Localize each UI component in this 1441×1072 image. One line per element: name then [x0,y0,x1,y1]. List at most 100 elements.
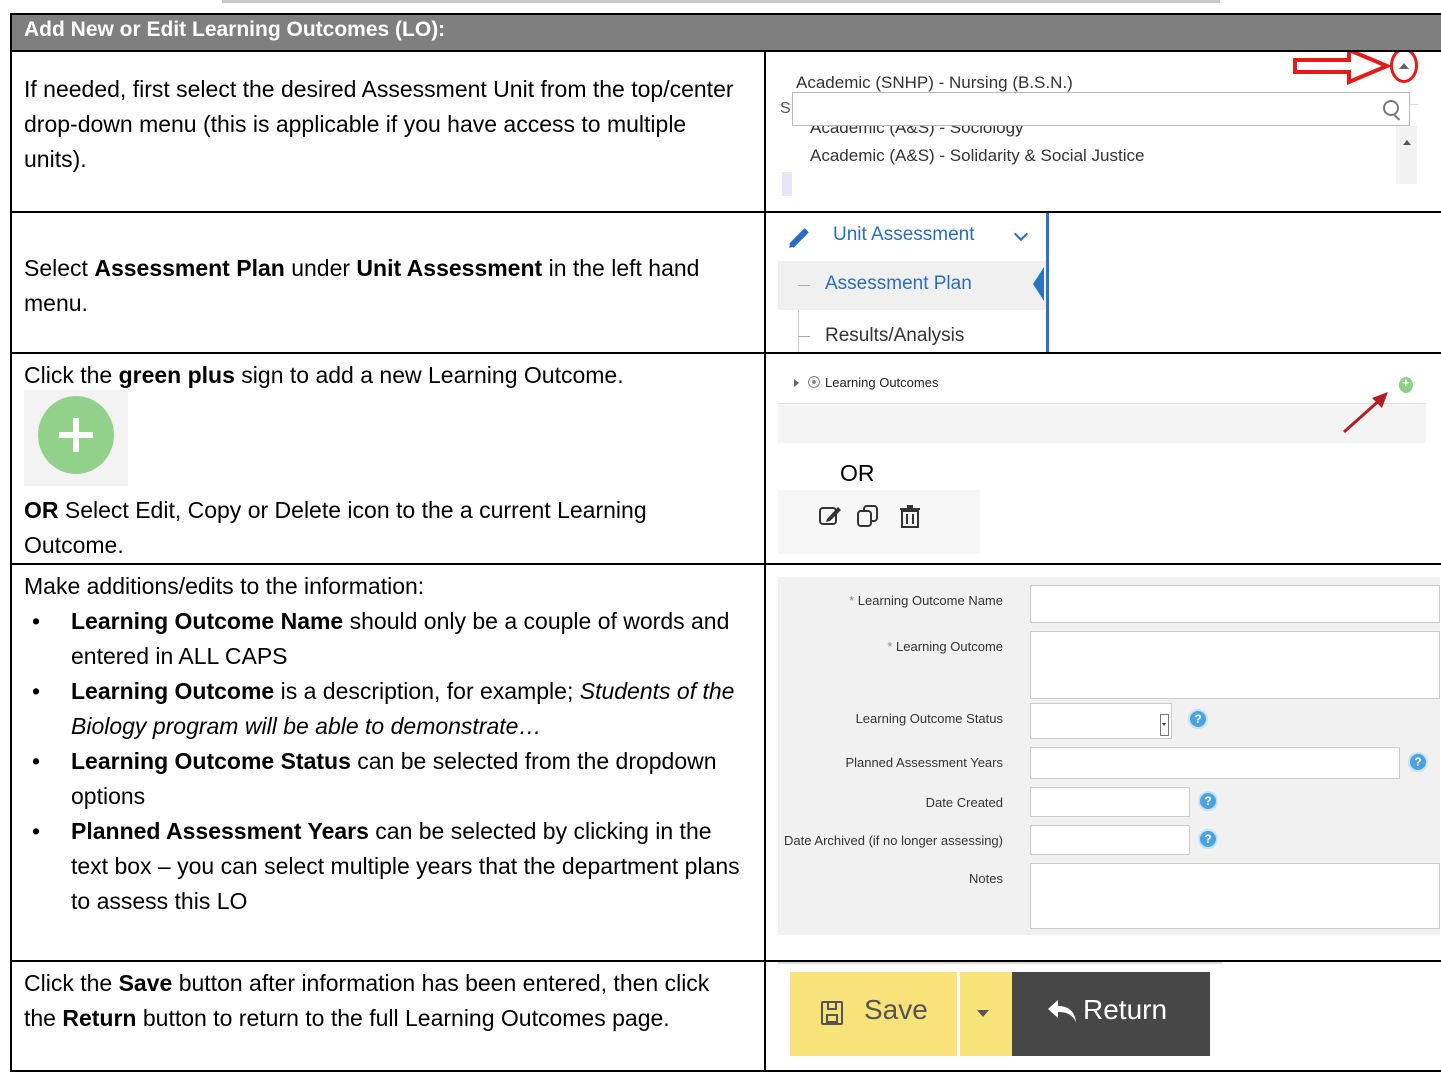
lo-status-select[interactable] [1030,703,1172,739]
lo-screenshot: Learning Outcomes OR [764,352,1441,565]
menu-tree-dash [798,336,810,337]
chevron-down-icon [1013,226,1029,242]
step-edit-info-text: Make additions/edits to the information:… [10,563,766,962]
label-planned-years: Planned Assessment Years [845,755,1003,770]
learning-outcomes-label: Learning Outcomes [825,375,939,390]
bullet-text: is a description, for example; [274,678,580,704]
step-text: under [284,255,357,281]
step-line: Click the green plus sign to add a new L… [24,358,744,393]
lo-form: * Learning Outcome Name * Learning Outco… [778,577,1440,935]
background-strip [782,172,792,196]
help-icon[interactable]: ? [1198,829,1218,849]
help-icon[interactable]: ? [1188,709,1208,729]
step-bold: Assessment Plan [94,255,285,281]
select-arrow-icon[interactable] [1160,714,1169,736]
copy-icon[interactable] [856,504,880,528]
step-bold: Unit Assessment [356,255,543,281]
step-intro: Make additions/edits to the information: [24,573,425,599]
label-date-created: Date Created [925,795,1003,810]
floppy-disk-icon [821,1001,843,1025]
field-bullet-list: Learning Outcome Name should only be a c… [24,604,744,919]
dropdown-screenshot: Academic (SNHP) - Nursing (B.S.N.) S Aca… [764,50,1441,213]
expand-icon[interactable] [794,379,799,387]
return-label: Return [1083,994,1168,1025]
pencil-icon [789,228,809,248]
step-text: Select Edit, Copy or Delete icon to the … [24,497,647,558]
bullet-item: Learning Outcome Name should only be a c… [24,604,744,674]
menu-group-title: Unit Assessment [833,224,975,245]
label-lo: * Learning Outcome [887,639,1003,654]
step-text: Click the [24,362,119,388]
label-date-archived: Date Archived (if no longer assessing) [784,833,1003,848]
step-select-unit-text: If needed, first select the desired Asse… [10,50,766,213]
field-label: Learning Outcome Name [857,593,1003,608]
lo-description-textarea[interactable] [1030,631,1440,699]
clipped-letter: S [780,100,791,117]
add-plus-icon[interactable] [1399,375,1413,393]
step-text: button to return to the full Learning Ou… [136,1005,670,1031]
planned-years-input[interactable] [1030,747,1400,779]
caret-up-icon[interactable] [1399,63,1409,69]
help-icon[interactable]: ? [1198,791,1218,811]
label-lo-name: * Learning Outcome Name [849,593,1003,608]
step-bold: green plus [118,362,235,388]
step-text: Select [24,255,95,281]
search-icon [1383,100,1399,116]
step-bold: Save [118,970,173,996]
dropdown-scrollbar[interactable] [1396,126,1417,184]
outcome-icon [808,376,820,388]
form-screenshot: * Learning Outcome Name * Learning Outco… [764,563,1441,962]
return-arrow-icon [1048,1000,1076,1022]
left-hand-menu: Unit Assessment Assessment Plan Results/… [778,214,1049,351]
top-divider [222,0,1220,3]
step-save-return-text: Click the Save button after information … [10,960,766,1072]
step-line: OR Select Edit, Copy or Delete icon to t… [24,493,744,562]
required-asterisk: * [849,593,855,608]
step-bold: OR [24,497,59,523]
bullet-item: Learning Outcome Status can be selected … [24,744,744,814]
instruction-table: Add New or Edit Learning Outcomes (LO): … [10,13,1441,1072]
active-indicator [1033,267,1044,301]
section-header: Add New or Edit Learning Outcomes (LO): [10,13,1441,52]
menu-item-assessment-plan[interactable]: Assessment Plan [825,273,972,295]
save-label: Save [864,994,928,1025]
learning-outcomes-row[interactable]: Learning Outcomes [778,365,1426,404]
or-label: OR [840,460,875,486]
step-bold: Return [62,1005,137,1031]
step-text: sign to add a new Learning Outcome. [234,362,624,388]
bullet-bold: Learning Outcome Status [71,748,351,774]
bullet-bold: Planned Assessment Years [71,818,369,844]
menu-group-unit-assessment[interactable]: Unit Assessment [778,214,1046,260]
menu-item-results-analysis[interactable]: Results/Analysis [825,325,964,347]
delete-icon[interactable] [898,504,922,528]
dropdown-list[interactable]: Academic (A&S) - Sociology Academic (A&S… [792,126,1417,184]
dropdown-option[interactable]: Academic (A&S) - Solidarity & Social Jus… [810,146,1144,166]
dropdown-search-input[interactable] [792,92,1410,126]
save-split-divider [957,972,960,1056]
bullet-item: Planned Assessment Years can be selected… [24,814,744,919]
learning-outcomes-panel: Learning Outcomes [778,365,1426,443]
date-created-input[interactable] [1030,787,1190,817]
red-pointer-arrow-icon [1342,392,1388,434]
date-archived-input[interactable] [1030,825,1190,855]
lo-name-input[interactable] [1030,585,1440,623]
caret-down-icon[interactable] [977,1010,989,1017]
step-text: If needed, first select the desired Asse… [24,76,734,172]
menu-tree-dash [798,285,810,286]
green-plus-icon [38,396,114,474]
required-asterisk: * [887,639,893,654]
help-icon[interactable]: ? [1408,752,1428,772]
bullet-bold: Learning Outcome [71,678,275,704]
step-text: Click the [24,970,119,996]
edit-icon[interactable] [818,504,842,528]
red-arrow-icon [1293,53,1393,86]
bullet-item: Learning Outcome is a description, for e… [24,674,744,744]
notes-textarea[interactable] [1030,863,1440,929]
dropdown-option[interactable]: Academic (A&S) - Sociology [810,126,1024,138]
divider [778,963,1222,964]
menu-screenshot: Unit Assessment Assessment Plan Results/… [764,211,1441,354]
step-add-lo-text: Click the green plus sign to add a new L… [10,352,766,565]
dropdown-selected-value: Academic (SNHP) - Nursing (B.S.N.) [796,73,1073,92]
field-label: Learning Outcome [896,639,1003,654]
label-notes: Notes [969,871,1003,886]
